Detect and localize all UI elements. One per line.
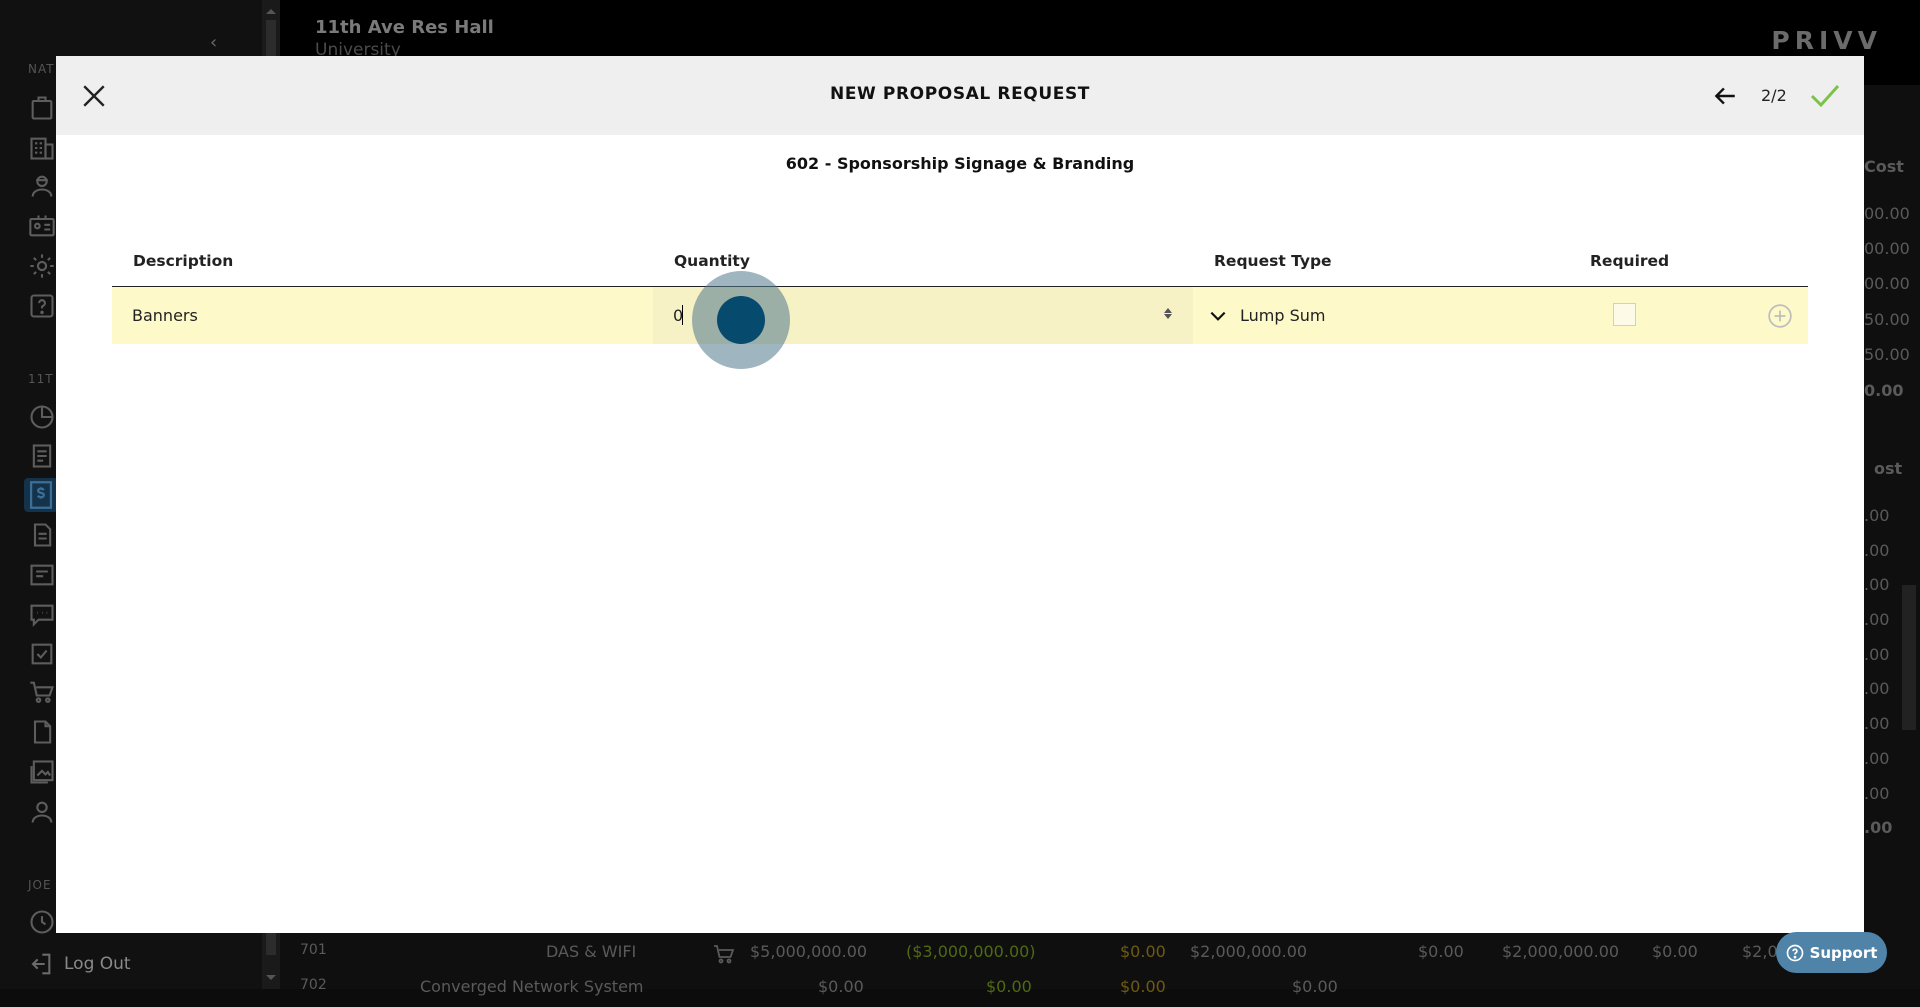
stepper-up-icon[interactable] (1164, 308, 1172, 313)
cost-value: .00 (1864, 645, 1890, 664)
cost-value: 50.00 (1864, 310, 1910, 329)
form-icon[interactable] (28, 561, 56, 589)
sidebar-section-label: NAT (28, 62, 55, 76)
cart-icon[interactable] (712, 942, 736, 970)
budget-value: $5,000,000.00 (750, 942, 868, 961)
column-header: ost (1874, 459, 1903, 478)
confirm-button[interactable] (1809, 81, 1841, 111)
change-value: $0.00 (986, 977, 1032, 996)
cost-total: .00 (1864, 818, 1893, 837)
column-header-quantity: Quantity (674, 252, 750, 270)
brand-logo: PRIVV (1771, 26, 1882, 55)
pending-value: $0.00 (1120, 942, 1166, 961)
change-value: ($3,000,000.00) (906, 942, 1036, 961)
stepper-down-icon[interactable] (1164, 314, 1172, 319)
arrow-left-icon (1712, 83, 1738, 109)
description-cell[interactable]: Banners (132, 306, 198, 325)
project-title: 11th Ave Res Hall (315, 17, 494, 38)
cost-value: 00.00 (1864, 204, 1910, 223)
cost-code: 702 (300, 977, 327, 993)
cost-value: .00 (1864, 506, 1890, 525)
section-title: 602 - Sponsorship Signage & Branding (785, 154, 1135, 173)
chat-icon[interactable] (28, 601, 56, 629)
briefcase-icon[interactable] (28, 94, 56, 122)
contractor-icon[interactable] (28, 172, 56, 200)
touch-indicator (692, 271, 790, 369)
modal-title: NEW PROPOSAL REQUEST (830, 84, 1090, 104)
step-counter: 2/2 (1761, 86, 1787, 105)
gear-icon[interactable] (28, 252, 56, 280)
request-type-value: Lump Sum (1240, 306, 1326, 325)
cost-value: .00 (1864, 714, 1890, 733)
cost-code: 701 (300, 942, 327, 958)
help-circle-icon (1786, 944, 1804, 962)
logout-icon (26, 950, 54, 978)
cost-value: .00 (1864, 541, 1890, 560)
page-icon[interactable] (28, 718, 56, 746)
budget-dollar-icon[interactable] (24, 478, 58, 512)
sidebar-section-label: JOE (28, 878, 52, 892)
chevron-down-icon (1208, 306, 1228, 326)
cost-value: .00 (1864, 610, 1890, 629)
gallery-icon[interactable] (28, 758, 56, 786)
budget-value: $0.00 (818, 977, 864, 996)
logout-link[interactable]: Log Out (26, 950, 131, 978)
back-button[interactable] (1712, 83, 1738, 109)
logout-label: Log Out (64, 954, 131, 974)
file-icon[interactable] (28, 521, 56, 549)
cost-value: .00 (1864, 679, 1890, 698)
cost-value: .00 (1864, 784, 1890, 803)
text-caret (682, 305, 683, 325)
table-row[interactable]: 701 DAS & WIFI $5,000,000.00 ($3,000,000… (290, 942, 1910, 972)
checklist-icon[interactable] (28, 640, 56, 668)
cost-value: 50.00 (1864, 345, 1910, 364)
scroll-down-icon[interactable] (266, 975, 276, 985)
value: $2,0 (1742, 942, 1778, 961)
help-icon[interactable] (28, 292, 56, 320)
request-type-select[interactable]: Lump Sum (1192, 287, 1572, 344)
background-cost-column: Cost 00.00 00.00 00.00 50.00 50.00 0.00 … (1864, 85, 1910, 945)
id-card-icon[interactable] (28, 212, 56, 240)
plus-circle-icon (1767, 303, 1793, 329)
required-checkbox[interactable] (1613, 303, 1636, 326)
column-header-required: Required (1590, 252, 1670, 270)
value: $0.00 (1652, 942, 1698, 961)
checkmark-icon (1809, 81, 1841, 111)
sidebar-section-label: 11T (28, 372, 54, 386)
sidebar-collapse-icon[interactable]: ‹ (210, 32, 217, 53)
new-proposal-request-modal: NEW PROPOSAL REQUEST 2/2 602 - Sponsorsh… (56, 56, 1864, 933)
pending-value: $0.00 (1120, 977, 1166, 996)
clock-icon[interactable] (28, 908, 56, 936)
pie-chart-icon[interactable] (28, 403, 56, 431)
cost-name: Converged Network System (420, 977, 644, 996)
cart-settings-icon[interactable] (28, 678, 56, 706)
column-header-request-type: Request Type (1214, 252, 1332, 270)
cost-value: 00.00 (1864, 239, 1910, 258)
revised-value: $0.00 (1292, 977, 1338, 996)
cost-total: 0.00 (1864, 381, 1904, 400)
revised-value: $2,000,000.00 (1190, 942, 1308, 961)
column-header: Cost (1864, 157, 1904, 176)
scroll-up-icon[interactable] (266, 4, 276, 14)
document-icon[interactable] (28, 442, 56, 470)
value: $2,000,000.00 (1502, 942, 1620, 961)
modal-header: NEW PROPOSAL REQUEST 2/2 (56, 56, 1864, 135)
cost-name: DAS & WIFI (546, 942, 637, 961)
support-button[interactable]: Support (1776, 932, 1887, 973)
column-header-description: Description (133, 252, 234, 270)
building-icon[interactable] (28, 134, 56, 162)
content-scrollbar-thumb[interactable] (1902, 585, 1916, 730)
support-label: Support (1809, 943, 1878, 962)
value: $0.00 (1418, 942, 1464, 961)
cost-value: 00.00 (1864, 274, 1910, 293)
quantity-stepper[interactable] (1163, 307, 1173, 325)
add-row-button[interactable] (1767, 303, 1793, 329)
table-row: Banners Lump Sum (112, 287, 1808, 344)
user-icon[interactable] (28, 798, 56, 826)
cost-value: .00 (1864, 749, 1890, 768)
table-row[interactable]: 702 Converged Network System $0.00 $0.00… (290, 977, 1910, 1007)
touch-indicator-dot (717, 296, 765, 344)
cost-value: .00 (1864, 575, 1890, 594)
